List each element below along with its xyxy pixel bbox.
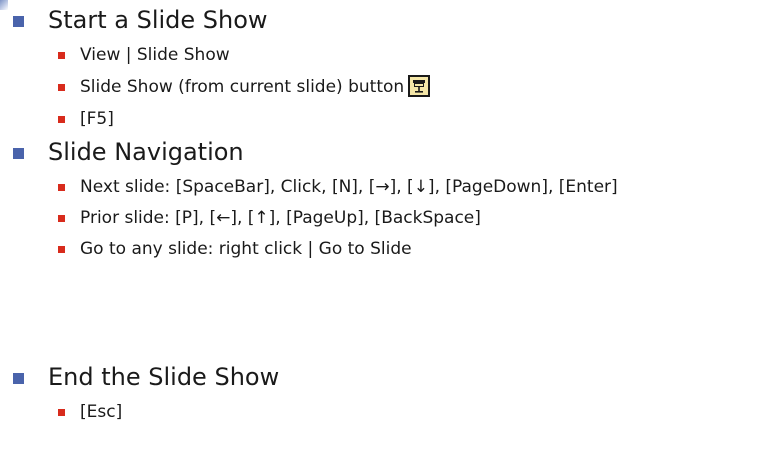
sub-item-text: Go to any slide: right click | Go to Sli… — [80, 239, 412, 259]
sub-bullet-item: Go to any slide: right click | Go to Sli… — [0, 234, 782, 265]
sub-bullet-item: Next slide: [SpaceBar], Click, [N], [→],… — [0, 172, 782, 203]
square-bullet-icon — [13, 16, 24, 27]
square-bullet-icon — [58, 52, 65, 59]
sub-item-text: Prior slide: [P], [←], [↑], [PageUp], [B… — [80, 208, 481, 228]
bullet-item: Start a Slide Show — [0, 0, 782, 40]
section-start-slide-show: Start a Slide Show View | Slide Show Sli… — [0, 0, 782, 136]
bullet-item: End the Slide Show — [0, 357, 782, 397]
sub-bullet-item: Prior slide: [P], [←], [↑], [PageUp], [B… — [0, 203, 782, 234]
section-title: End the Slide Show — [48, 363, 280, 391]
sub-item-text: View | Slide Show — [80, 45, 230, 65]
section-title: Slide Navigation — [48, 138, 244, 166]
sub-item-text: Slide Show (from current slide) button — [80, 77, 405, 97]
square-bullet-icon — [58, 84, 65, 91]
sub-item-text: [Esc] — [80, 402, 123, 422]
sub-bullet-item: View | Slide Show — [0, 40, 782, 72]
sub-item-text-with-button: Slide Show (from current slide) button — [80, 75, 431, 99]
square-bullet-icon — [13, 373, 24, 384]
square-bullet-icon — [58, 409, 65, 416]
section-slide-navigation: Slide Navigation Next slide: [SpaceBar],… — [0, 132, 782, 265]
square-bullet-icon — [58, 215, 65, 222]
square-bullet-icon — [58, 246, 65, 253]
slide-show-icon — [408, 75, 431, 97]
sub-bullet-item: Slide Show (from current slide) button — [0, 72, 782, 104]
square-bullet-icon — [58, 116, 65, 123]
sub-item-text: [F5] — [80, 109, 114, 129]
square-bullet-icon — [58, 184, 65, 191]
section-end-slide-show: End the Slide Show [Esc] — [0, 357, 782, 429]
bullet-item: Slide Navigation — [0, 132, 782, 172]
sub-bullet-item: [Esc] — [0, 397, 782, 429]
section-title: Start a Slide Show — [48, 6, 268, 34]
sub-item-text: Next slide: [SpaceBar], Click, [N], [→],… — [80, 177, 618, 197]
square-bullet-icon — [13, 148, 24, 159]
